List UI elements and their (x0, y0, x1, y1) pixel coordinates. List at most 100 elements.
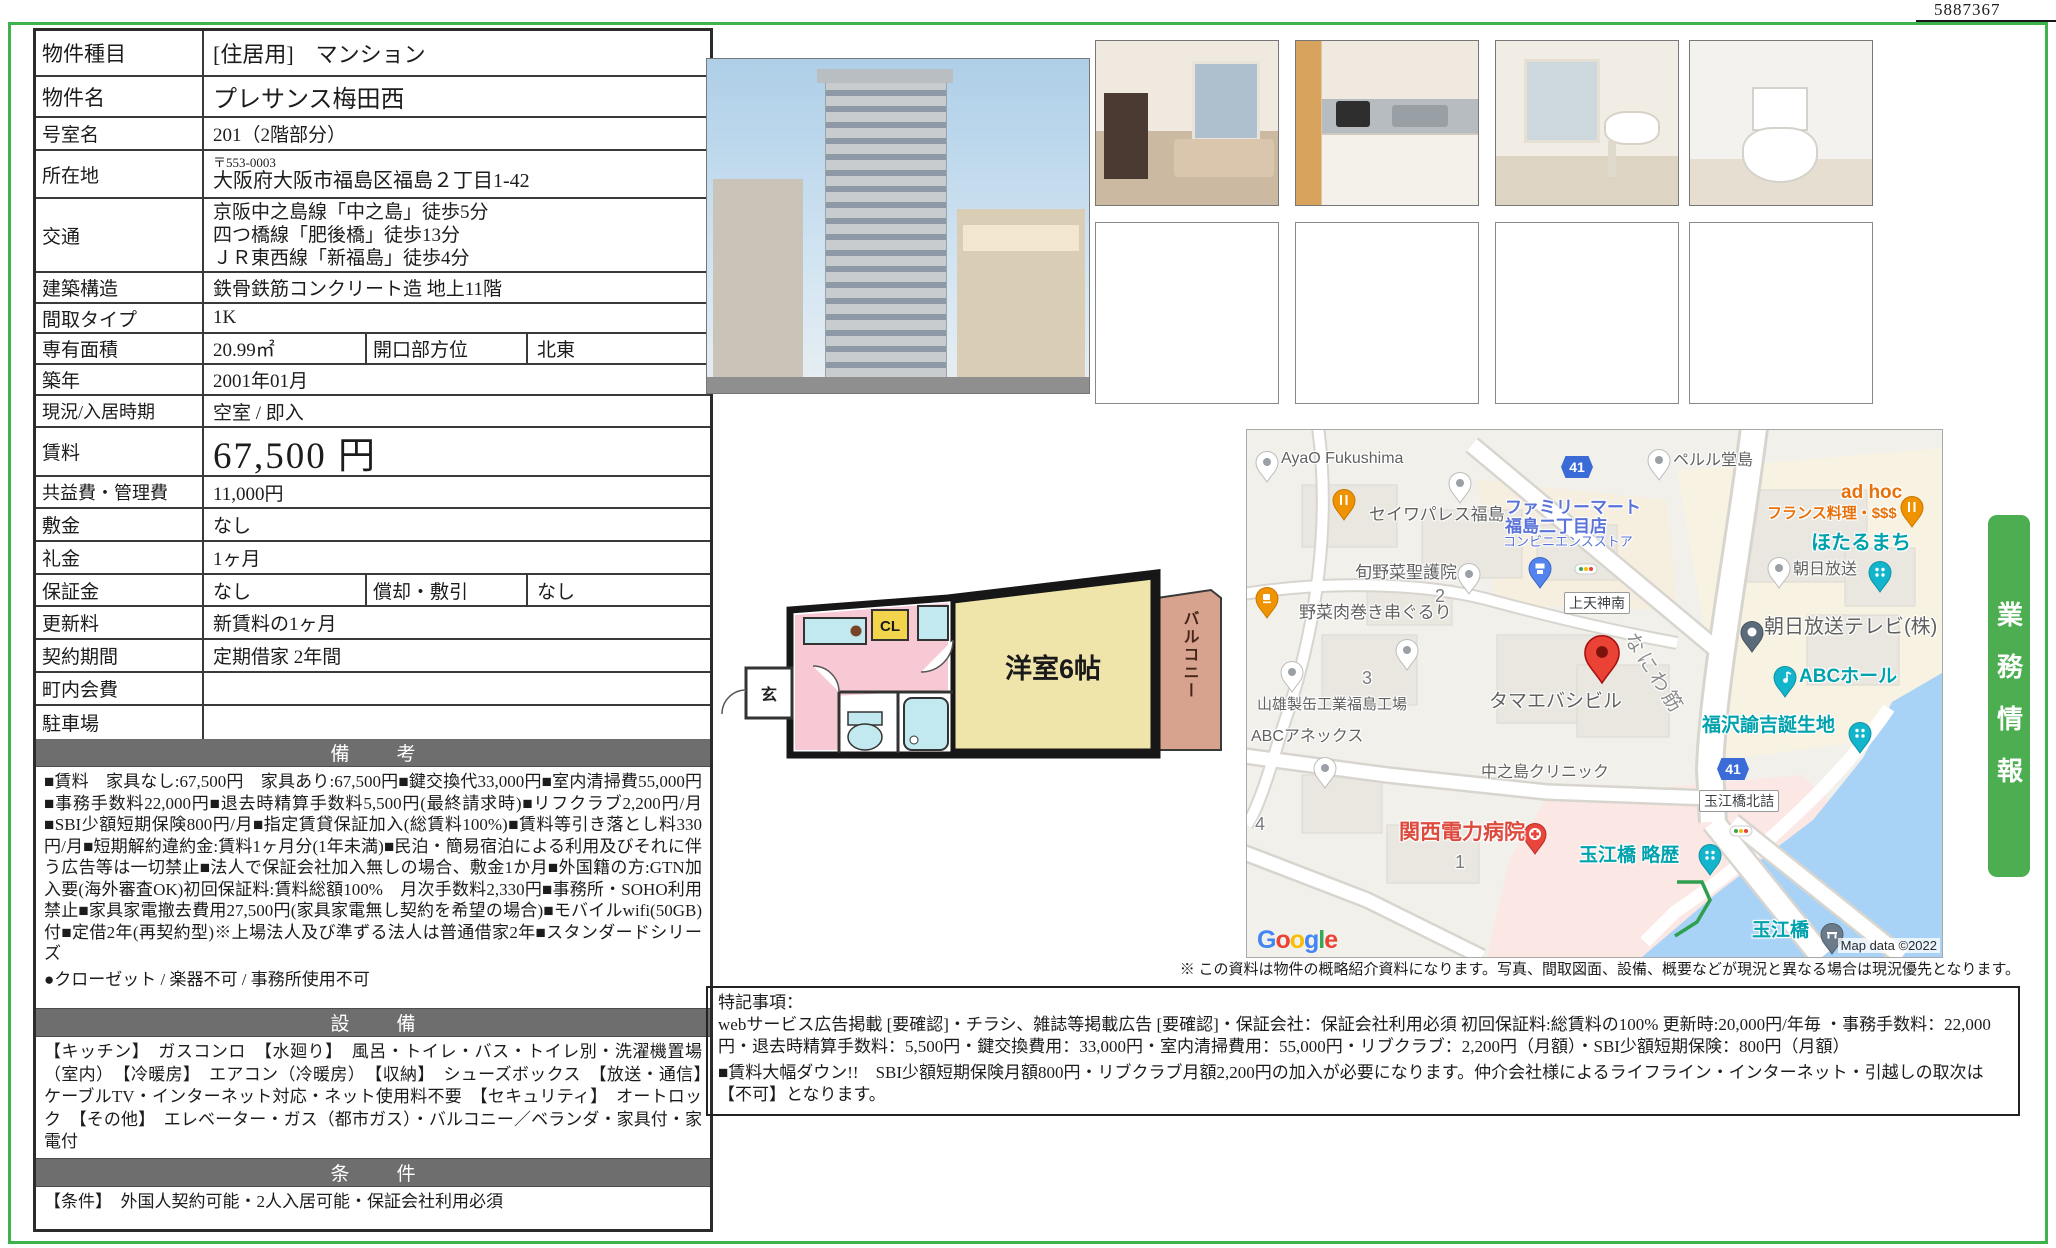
section-header-conditions: 条 件 (36, 1159, 710, 1187)
map-label: 朝日放送 (1793, 555, 1857, 579)
row-label: 契約期間 (36, 640, 204, 671)
business-info-tab[interactable]: 業務情報 (1988, 515, 2030, 877)
row-value: 〒553-0003 大阪府大阪市福島区福島２丁目1-42 (204, 151, 710, 197)
row-value: 北東 (528, 334, 710, 363)
row-value: 1ヶ月 (204, 542, 710, 573)
table-row: 専有面積 20.99㎡ 開口部方位 北東 (36, 334, 710, 365)
table-row: 保証金 なし 償却・敷引 なし (36, 575, 710, 607)
section-header-equipment: 設 備 (36, 1009, 710, 1037)
map-label: 中之島クリニック (1481, 758, 1609, 782)
row-value: 1K (204, 304, 710, 332)
equipment-box: 【キッチン】 ガスコンロ 【水廻り】 風呂・トイレ・バス・トイレ別・洗濯機置場（… (36, 1037, 710, 1159)
street (707, 377, 1090, 394)
block-number: 3 (1362, 668, 1372, 689)
photo-building-exterior (706, 58, 1090, 394)
table-row: 駐車場 (36, 706, 710, 739)
map-label: 旬野菜聖護院 (1355, 558, 1457, 583)
row-value: 2001年01月 (204, 365, 710, 394)
transport-line: 京阪中之島線「中之島」徒歩5分 (213, 201, 489, 224)
table-row: 号室名 201（2階部分） (36, 118, 710, 151)
row-value: 201（2階部分） (204, 118, 710, 149)
conditions-box: 【条件】 外国人契約可能・2人入居可能・保証会社利用必須 (36, 1187, 710, 1229)
google-logo: Google (1257, 926, 1337, 955)
gas-burner (851, 626, 862, 637)
toilet-tank (848, 712, 882, 725)
special-notes-line2: ■賃料大幅ダウン!! SBI少額短期保険月額800円・リブクラブ月額2,200円… (718, 1062, 2008, 1106)
table-row: 敷金 なし (36, 509, 710, 542)
row-label: 開口部方位 (365, 334, 528, 363)
bath-drain (910, 736, 918, 744)
photo-bathroom (1495, 40, 1679, 206)
block-number: 4 (1255, 814, 1265, 835)
map-label: ABCホール (1799, 661, 1897, 688)
row-value (204, 706, 710, 739)
postal-code: 〒553-0003 (213, 156, 276, 170)
disclaimer-note: ※ この資料は物件の概略紹介資料になります。写真、間取図面、設備、概要などが現況… (706, 958, 2020, 979)
row-value: 空室 / 即入 (204, 396, 710, 426)
kitchen-cabinet (1322, 133, 1479, 206)
row-label: 敷金 (36, 509, 204, 540)
fridge (918, 606, 948, 640)
map-label: 朝日放送テレビ(株) (1764, 610, 1937, 639)
row-value: [住居用] マンション (204, 31, 710, 75)
row-value: 新賃料の1ヶ月 (204, 607, 710, 638)
balcony-label: バルコニー (1181, 610, 1200, 700)
table-row: 間取タイプ 1K (36, 304, 710, 334)
row-value: プレサンス梅田西 (204, 77, 710, 116)
map-label-boxed: 上天神南 (1564, 592, 1630, 614)
table-row: 町内会費 (36, 673, 710, 706)
row-label: 物件種目 (36, 31, 204, 75)
table-row: 共益費・管理費 11,000円 (36, 477, 710, 509)
section-header-remarks: 備 考 (36, 739, 710, 767)
row-value: なし (528, 575, 710, 605)
map-label: 福沢諭吉誕生地 (1702, 710, 1835, 737)
route-shield: 41 (1717, 758, 1749, 780)
map-label: 玉江橋 略歴 (1579, 840, 1679, 867)
bed (1174, 139, 1274, 177)
toilet-tank (1752, 87, 1808, 131)
property-table: 物件種目 [住居用] マンション 物件名 プレサンス梅田西 号室名 201（2階… (33, 28, 713, 1232)
hall-area (795, 690, 839, 750)
table-row: 築年 2001年01月 (36, 365, 710, 396)
route-shield: 41 (1561, 456, 1593, 478)
map-label: 玉江橋 (1752, 915, 1809, 942)
map-label: フランス料理・$$$ (1767, 502, 1897, 523)
row-label: 更新料 (36, 607, 204, 638)
entrance-door (722, 690, 746, 714)
table-row: 現況/入居時期 空室 / 即入 (36, 396, 710, 428)
block-number: 2 (1435, 586, 1445, 607)
floor-plan: CL 玄 洋室6帖 バルコニー (706, 440, 1230, 860)
map-label: 山雄製缶工業福島工場 (1257, 693, 1407, 714)
table-row: 所在地 〒553-0003 大阪府大阪市福島区福島２丁目1-42 (36, 151, 710, 199)
row-label: 交通 (36, 199, 204, 271)
address: 大阪府大阪市福島区福島２丁目1-42 (213, 170, 530, 192)
map-label: ペルル堂島 (1673, 446, 1753, 470)
room-label: 洋室6帖 (1005, 653, 1101, 684)
map-label: ad hoc (1841, 482, 1902, 504)
table-row: 契約期間 定期借家 2年間 (36, 640, 710, 673)
toilet-bowl (1742, 127, 1818, 183)
photo-frame-empty (1689, 222, 1873, 404)
row-value: 京阪中之島線「中之島」徒歩5分 四つ橋線「肥後橋」徒歩13分 ＪＲ東西線「新福島… (204, 199, 710, 271)
map-label: コンビニエンスストア (1503, 531, 1633, 550)
table-row: 物件名 プレサンス梅田西 (36, 77, 710, 118)
map-attribution: Map data ©2022 (1838, 938, 1940, 953)
block-number: 1 (1455, 852, 1465, 873)
map-label: ABCアネックス (1251, 722, 1363, 746)
table-row: 物件種目 [住居用] マンション (36, 31, 710, 77)
building-tower (825, 79, 947, 394)
row-value (204, 673, 710, 704)
map-label-boxed: 玉江橋北詰 (1699, 790, 1779, 812)
row-value: 11,000円 (204, 477, 710, 507)
table-row: 建築構造 鉄骨鉄筋コンクリート造 地上11階 (36, 273, 710, 304)
desk (1104, 93, 1148, 179)
row-label: 保証金 (36, 575, 204, 605)
map-label: AyaO Fukushima (1281, 450, 1403, 468)
rent-value: 67,500 円 (204, 428, 710, 475)
remarks-text: ■賃料 家具なし:67,500円 家具あり:67,500円■鍵交換代33,000… (44, 771, 702, 965)
row-label: 償却・敷引 (365, 575, 528, 605)
map-label: ほたるまち (1811, 526, 1911, 555)
transport-line: 四つ橋線「肥後橋」徒歩13分 (213, 224, 460, 247)
special-notes-title: 特記事項： (718, 992, 2008, 1014)
row-label: 賃料 (36, 428, 204, 475)
